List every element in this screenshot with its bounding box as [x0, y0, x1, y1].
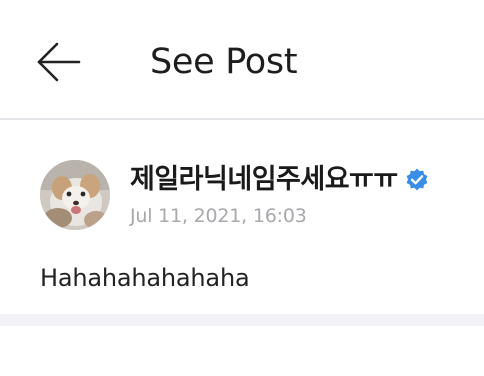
- author-row: 제일라닉네임주세요ㅠㅠ: [130, 162, 430, 198]
- content-area: [0, 326, 484, 376]
- page-title: See Post: [150, 42, 298, 82]
- author-name[interactable]: 제일라닉네임주세요ㅠㅠ: [130, 162, 398, 198]
- section-divider: [0, 314, 484, 326]
- arrow-left-icon: [37, 42, 81, 82]
- back-button[interactable]: [30, 38, 86, 86]
- top-app-bar: See Post: [0, 0, 484, 120]
- avatar[interactable]: [40, 160, 110, 230]
- post-body-text: Hahahahahahaha: [40, 264, 250, 292]
- avatar-image: [40, 160, 110, 230]
- verified-badge-icon: [404, 167, 430, 193]
- post-timestamp: Jul 11, 2021, 16:03: [130, 205, 307, 227]
- post-card: 제일라닉네임주세요ㅠㅠ Jul 11, 2021, 16:03 Hahahaha…: [0, 120, 484, 314]
